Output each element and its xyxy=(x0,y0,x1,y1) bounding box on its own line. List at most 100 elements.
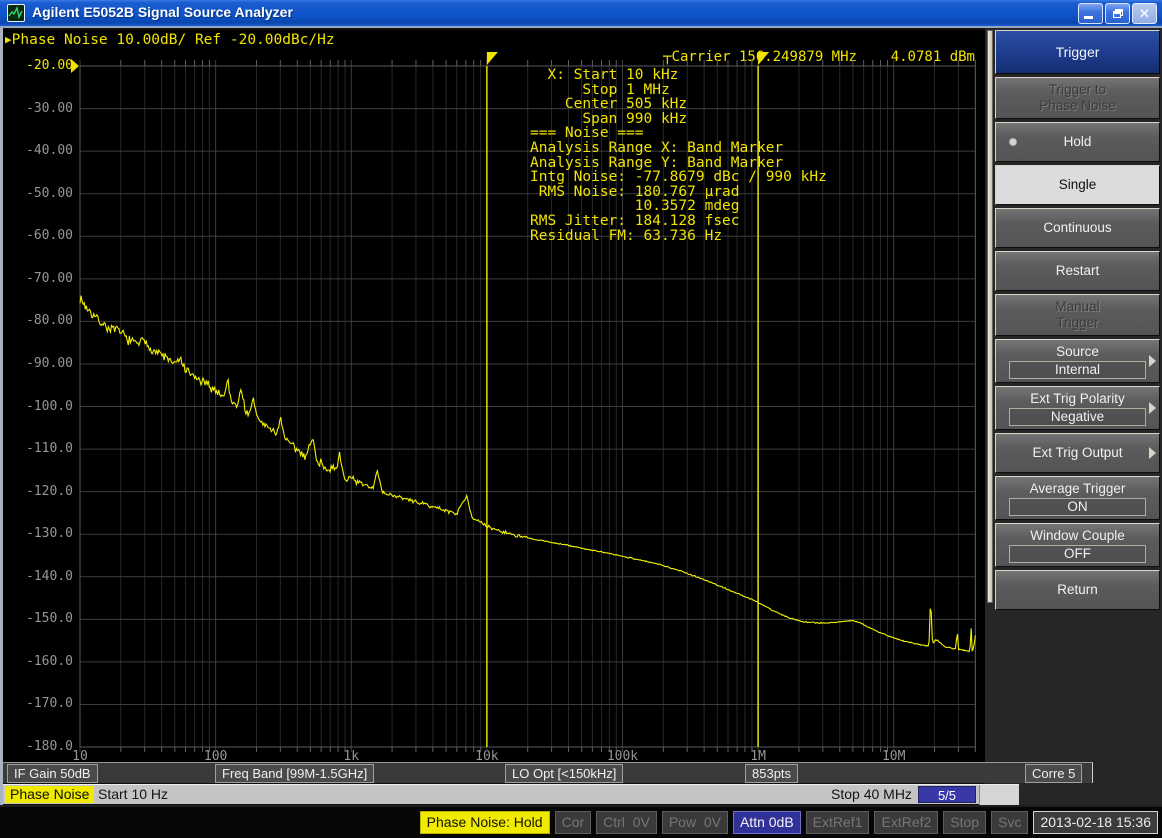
status-segment: Svc xyxy=(991,811,1028,834)
y-axis-label: -130.0 xyxy=(3,526,73,541)
menu-button-value: Internal xyxy=(1009,361,1146,379)
y-axis-label: -30.00 xyxy=(3,101,73,116)
y-axis-label: -50.00 xyxy=(3,186,73,201)
trace-marker-icon: ▶ xyxy=(5,33,12,46)
status-segment: ExtRef1 xyxy=(806,811,870,834)
y-axis-label: -140.0 xyxy=(3,569,73,584)
app-icon xyxy=(7,4,25,22)
y-axis-label: -150.0 xyxy=(3,611,73,626)
sweep-status-row: Phase Noise Start 10 Hz Stop 40 MHz 5/5 xyxy=(3,784,1019,804)
y-axis-label: -110.0 xyxy=(3,441,73,456)
restore-button[interactable] xyxy=(1105,3,1130,24)
y-axis-label: -90.00 xyxy=(3,356,73,371)
y-axis-label: -120.0 xyxy=(3,484,73,499)
menu-button-label: Window Couple xyxy=(1030,528,1125,544)
menu-button-ext-trig-output[interactable]: Ext Trig Output xyxy=(995,433,1160,473)
measurement-status-row: IF Gain 50dB Freq Band [99M-1.5GHz] LO Opt… xyxy=(3,762,1093,783)
y-axis-label: -170.0 xyxy=(3,696,73,711)
minimize-button[interactable] xyxy=(1078,3,1103,24)
trigger-menu: Trigger Trigger toPhase Noise Hold Single C… xyxy=(995,30,1160,613)
band-marker-flag[interactable] xyxy=(487,52,498,65)
plot-border xyxy=(80,66,975,747)
menu-button-return[interactable]: Return xyxy=(995,570,1160,610)
menu-button-label: Ext Trig Output xyxy=(1032,445,1122,461)
trace-header: ▶Phase Noise 10.00dB/ Ref -20.00dBc/Hz xyxy=(5,32,335,48)
status-box: 853pts xyxy=(745,764,798,783)
menu-button-label: Return xyxy=(1057,582,1098,598)
menu-button-value: Negative xyxy=(1009,408,1146,426)
menu-button-single[interactable]: Single xyxy=(995,165,1160,205)
close-button: ✕ xyxy=(1132,3,1157,24)
carrier-readout: ┬Carrier 156.249879 MHz 4.0781 dBm xyxy=(663,49,975,65)
status-segment: Cor xyxy=(555,811,592,834)
menu-button-label: Ext Trig Polarity xyxy=(1030,391,1125,407)
window-title: Agilent E5052B Signal Source Analyzer xyxy=(32,4,293,20)
sweep-start-label: Start 10 Hz xyxy=(98,786,168,803)
trace-header-label: Phase Noise 10.00dB/ Ref -20.00dBc/Hz xyxy=(12,32,335,48)
menu-button-average-trigger[interactable]: Average TriggerON xyxy=(995,476,1160,520)
menu-button-value: OFF xyxy=(1009,545,1146,563)
carrier-label: Carrier xyxy=(672,49,731,65)
restore-icon xyxy=(1113,9,1123,18)
y-axis-label: -160.0 xyxy=(3,654,73,669)
menu-button-label: Average Trigger xyxy=(1030,481,1126,497)
phase-noise-plot xyxy=(3,30,985,762)
phase-noise-trace xyxy=(80,296,975,652)
status-segment: ExtRef2 xyxy=(874,811,938,834)
status-segment: Phase Noise: Hold xyxy=(420,811,550,834)
y-axis-label: -100.0 xyxy=(3,399,73,414)
y-axis-ref-label: -20.00 xyxy=(3,58,73,73)
minimize-icon xyxy=(1084,16,1093,19)
status-box: IF Gain 50dB xyxy=(7,764,98,783)
status-box: LO Opt [<150kHz] xyxy=(505,764,623,783)
status-segment: Ctrl 0V xyxy=(596,811,657,834)
blank-chip xyxy=(979,785,1019,805)
menu-button-label: Trigger to xyxy=(1049,82,1106,98)
close-icon: ✕ xyxy=(1139,7,1150,20)
menu-button-value: ON xyxy=(1009,498,1146,516)
menu-button-trigger-to-phase-noise[interactable]: Trigger toPhase Noise xyxy=(995,77,1160,119)
softkey-sidebar: Trigger Trigger toPhase Noise Hold Single C… xyxy=(985,28,1162,805)
sidebar-groove xyxy=(987,30,993,603)
page-indicator: 5/5 xyxy=(918,786,976,803)
menu-button-manual-trigger[interactable]: ManualTrigger xyxy=(995,294,1160,336)
window-controls: ✕ xyxy=(1078,3,1157,24)
submenu-arrow-icon xyxy=(1149,402,1156,414)
menu-button-hold[interactable]: Hold xyxy=(995,122,1160,162)
menu-button-window-couple[interactable]: Window CoupleOFF xyxy=(995,523,1160,567)
status-box: Corre 5 xyxy=(1025,764,1082,783)
phase-noise-graph: ┬Carrier 156.249879 MHz 4.0781 dBm -20.0… xyxy=(3,30,985,762)
status-box: Freq Band [99M-1.5GHz] xyxy=(215,764,374,783)
submenu-arrow-icon xyxy=(1149,355,1156,367)
sweep-stop-label: Stop 40 MHz xyxy=(831,786,912,803)
y-axis-label: -70.00 xyxy=(3,271,73,286)
y-axis-label: -60.00 xyxy=(3,228,73,243)
instrument-status-bar: Phase Noise: HoldCorCtrl 0VPow 0VAttn 0d… xyxy=(0,805,1162,838)
status-segment: Pow 0V xyxy=(662,811,728,834)
clock-display: 2013-02-18 15:36 xyxy=(1033,811,1158,834)
menu-button-restart[interactable]: Restart xyxy=(995,251,1160,291)
menu-button-label: Hold xyxy=(1064,134,1092,150)
submenu-arrow-icon xyxy=(1149,447,1156,459)
menu-button-ext-trig-polarity[interactable]: Ext Trig PolarityNegative xyxy=(995,386,1160,430)
title-bar[interactable]: Agilent E5052B Signal Source Analyzer ✕ xyxy=(0,0,1162,28)
carrier-frequency: 156.249879 MHz xyxy=(739,49,857,65)
menu-button-label: Single xyxy=(1059,177,1097,193)
menu-button-source[interactable]: SourceInternal xyxy=(995,339,1160,383)
y-axis-label: -40.00 xyxy=(3,143,73,158)
y-axis-label: -80.00 xyxy=(3,313,73,328)
status-segment: Stop xyxy=(943,811,986,834)
carrier-tee-icon: ┬ xyxy=(663,49,671,65)
menu-button-label: Source xyxy=(1056,344,1099,360)
menu-button-label: Trigger xyxy=(1056,315,1098,331)
menu-title: Trigger xyxy=(995,30,1160,74)
noise-measurement-readout: X: Start 10 kHz Stop 1 MHz Center 505 kH… xyxy=(530,68,827,243)
status-segment: Attn 0dB xyxy=(733,811,801,834)
menu-button-label: Phase Noise xyxy=(1039,98,1116,114)
menu-button-label: Manual xyxy=(1055,299,1099,315)
menu-button-continuous[interactable]: Continuous xyxy=(995,208,1160,248)
app-window: Agilent E5052B Signal Source Analyzer ✕ … xyxy=(0,0,1162,838)
carrier-power: 4.0781 dBm xyxy=(891,49,975,65)
menu-button-label: Restart xyxy=(1056,263,1100,279)
y-axis-label: -180.0 xyxy=(3,739,73,754)
